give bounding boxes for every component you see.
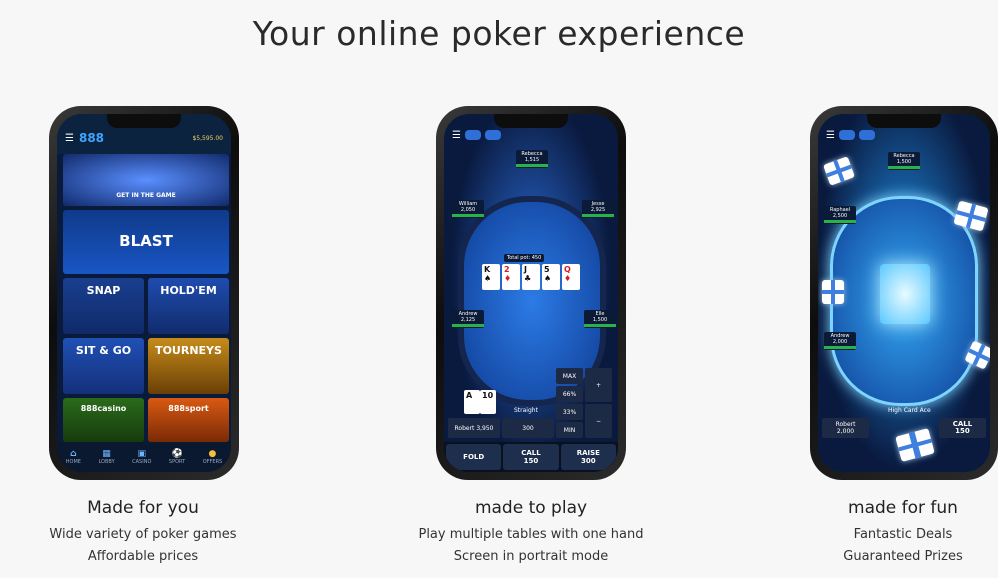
account-balance: $5,595.00 — [192, 134, 223, 142]
table-topbar: ☰ — [818, 126, 990, 144]
phone-notch — [107, 114, 181, 128]
raise-button[interactable]: RAISE 300 — [560, 444, 616, 470]
seat: Raphael 2,500 — [824, 206, 856, 224]
game-tile-casino[interactable]: 888casino — [63, 398, 144, 442]
table-screen: ☰ Rebecca 1,515 William 2,050 Jesse 2,925 A… — [444, 114, 618, 472]
total-pot: Total pot: 450 — [504, 254, 545, 262]
tables-icon[interactable] — [464, 130, 481, 140]
feature-line: Fantastic Deals — [853, 527, 953, 542]
board-card: K ♠ — [482, 264, 500, 290]
seat: Andrew 2,000 — [824, 332, 856, 350]
player-hand: A 10 — [464, 390, 496, 414]
hole-card: 10 — [480, 390, 496, 414]
phone-table: ☰ Rebecca 1,515 William 2,050 Jesse 2,925 A… — [436, 106, 626, 480]
feature-title: made to play — [474, 498, 588, 518]
board-card: J ♣ — [522, 264, 540, 290]
gift-icon — [822, 280, 844, 304]
call-button[interactable]: CALL 150 — [503, 444, 559, 470]
feature-line: Affordable prices — [87, 549, 199, 564]
game-tile-holdem[interactable]: HOLD'EM — [148, 278, 229, 334]
phone-fun: ☰ Rebecca 1,500 Raphael 2,500 Andrew 2,000 … — [810, 106, 998, 480]
add-table-icon[interactable] — [858, 130, 875, 140]
decrease-bet-button[interactable]: − — [585, 404, 612, 438]
hand-strength: High Card Ace — [888, 407, 931, 414]
bet-max-button[interactable]: MAX — [556, 368, 583, 384]
feature-line: Screen in portrait mode — [453, 549, 609, 564]
bet-33-button[interactable]: 33% — [556, 404, 583, 420]
lobby-icon: ▦ — [102, 449, 111, 459]
phone-notch — [867, 114, 941, 128]
feature-caption: made to play Play multiple tables with o… — [401, 498, 661, 568]
player-info: Robert 2,000 — [822, 418, 870, 438]
menu-icon[interactable]: ☰ — [452, 130, 461, 141]
game-tile-tourneys[interactable]: TOURNEYS — [148, 338, 229, 394]
seat: William 2,050 — [452, 200, 484, 218]
board-card: Q ♦ — [562, 264, 580, 290]
feature-line: Wide variety of poker games — [49, 527, 237, 542]
fun-screen: ☰ Rebecca 1,500 Raphael 2,500 Andrew 2,000 … — [818, 114, 990, 472]
game-tile-snap[interactable]: SNAP — [63, 278, 144, 334]
community-cards: K ♠ 2 ♦ J ♣ 5 ♠ Q ♦ — [482, 264, 580, 290]
glowing-gift-box — [880, 264, 930, 324]
board-card: 5 ♠ — [542, 264, 560, 290]
nav-sport[interactable]: ⚽ SPORT — [169, 449, 185, 465]
game-tile-sitgo[interactable]: SIT & GO — [63, 338, 144, 394]
bet-size-panel: MAX 66% 33% MIN + − — [556, 368, 612, 438]
bet-amount-input[interactable]: 300 — [502, 418, 554, 438]
gift-icon — [823, 156, 855, 186]
action-bar: FOLD CALL 150 RAISE 300 — [444, 442, 618, 472]
sport-icon: ⚽ — [171, 449, 183, 459]
bet-66-button[interactable]: 66% — [556, 386, 583, 402]
home-icon: ⌂ — [70, 449, 77, 459]
table-topbar: ☰ — [444, 126, 618, 144]
add-table-icon[interactable] — [484, 130, 501, 140]
seat: Jesse 2,925 — [582, 200, 614, 218]
seat: Rebecca 1,515 — [516, 150, 548, 168]
nav-casino[interactable]: ▣ CASINO — [132, 449, 151, 465]
game-tile-sport[interactable]: 888sport — [148, 398, 229, 442]
game-tile-blast[interactable]: BLAST — [63, 210, 229, 274]
nav-lobby[interactable]: ▦ LOBBY — [98, 449, 114, 465]
lobby-screen: ☰ 888 $5,595.00 GET IN THE GAME BLAST SN… — [57, 114, 231, 472]
seat: Rebecca 1,500 — [888, 152, 920, 170]
feature-caption: Made for you Wide variety of poker games… — [13, 498, 273, 568]
bottom-nav: ⌂ HOME ▦ LOBBY ▣ CASINO ⚽ SPORT ● OFFERS — [57, 442, 231, 472]
increase-bet-button[interactable]: + — [585, 368, 612, 402]
feature-caption: made for fun Fantastic Deals Guaranteed … — [773, 498, 998, 568]
bet-min-button[interactable]: MIN — [556, 422, 583, 438]
menu-icon[interactable]: ☰ — [826, 130, 835, 141]
feature-title: made for fun — [848, 498, 958, 518]
fold-button[interactable]: FOLD — [446, 444, 502, 470]
offers-icon: ● — [208, 449, 217, 459]
action-bar: Robert 2,000 CALL 150 — [822, 418, 986, 438]
casino-icon: ▣ — [137, 449, 147, 459]
seat: Elle 1,500 — [584, 310, 616, 328]
phone-lobby: ☰ 888 $5,595.00 GET IN THE GAME BLAST SN… — [49, 106, 239, 480]
tables-icon[interactable] — [838, 130, 855, 140]
page-heading: Your online poker experience — [252, 14, 746, 53]
call-button[interactable]: CALL 150 — [938, 418, 986, 438]
promo-banner[interactable]: GET IN THE GAME — [63, 154, 229, 206]
player-info: Robert 3,950 — [448, 418, 500, 438]
phone-notch — [494, 114, 568, 128]
feature-title: Made for you — [87, 498, 199, 518]
seat: Andrew 2,125 — [452, 310, 484, 328]
hand-strength: Straight — [514, 407, 538, 414]
feature-line: Play multiple tables with one hand — [418, 527, 644, 542]
menu-icon[interactable]: ☰ — [65, 133, 74, 144]
feature-line: Guaranteed Prizes — [843, 549, 963, 564]
nav-offers[interactable]: ● OFFERS — [203, 449, 223, 465]
nav-home[interactable]: ⌂ HOME — [66, 449, 81, 465]
board-card: 2 ♦ — [502, 264, 520, 290]
hole-card: A — [464, 390, 480, 414]
bet-row: Robert 3,950 300 — [448, 418, 554, 438]
brand-logo: 888 — [78, 131, 105, 145]
